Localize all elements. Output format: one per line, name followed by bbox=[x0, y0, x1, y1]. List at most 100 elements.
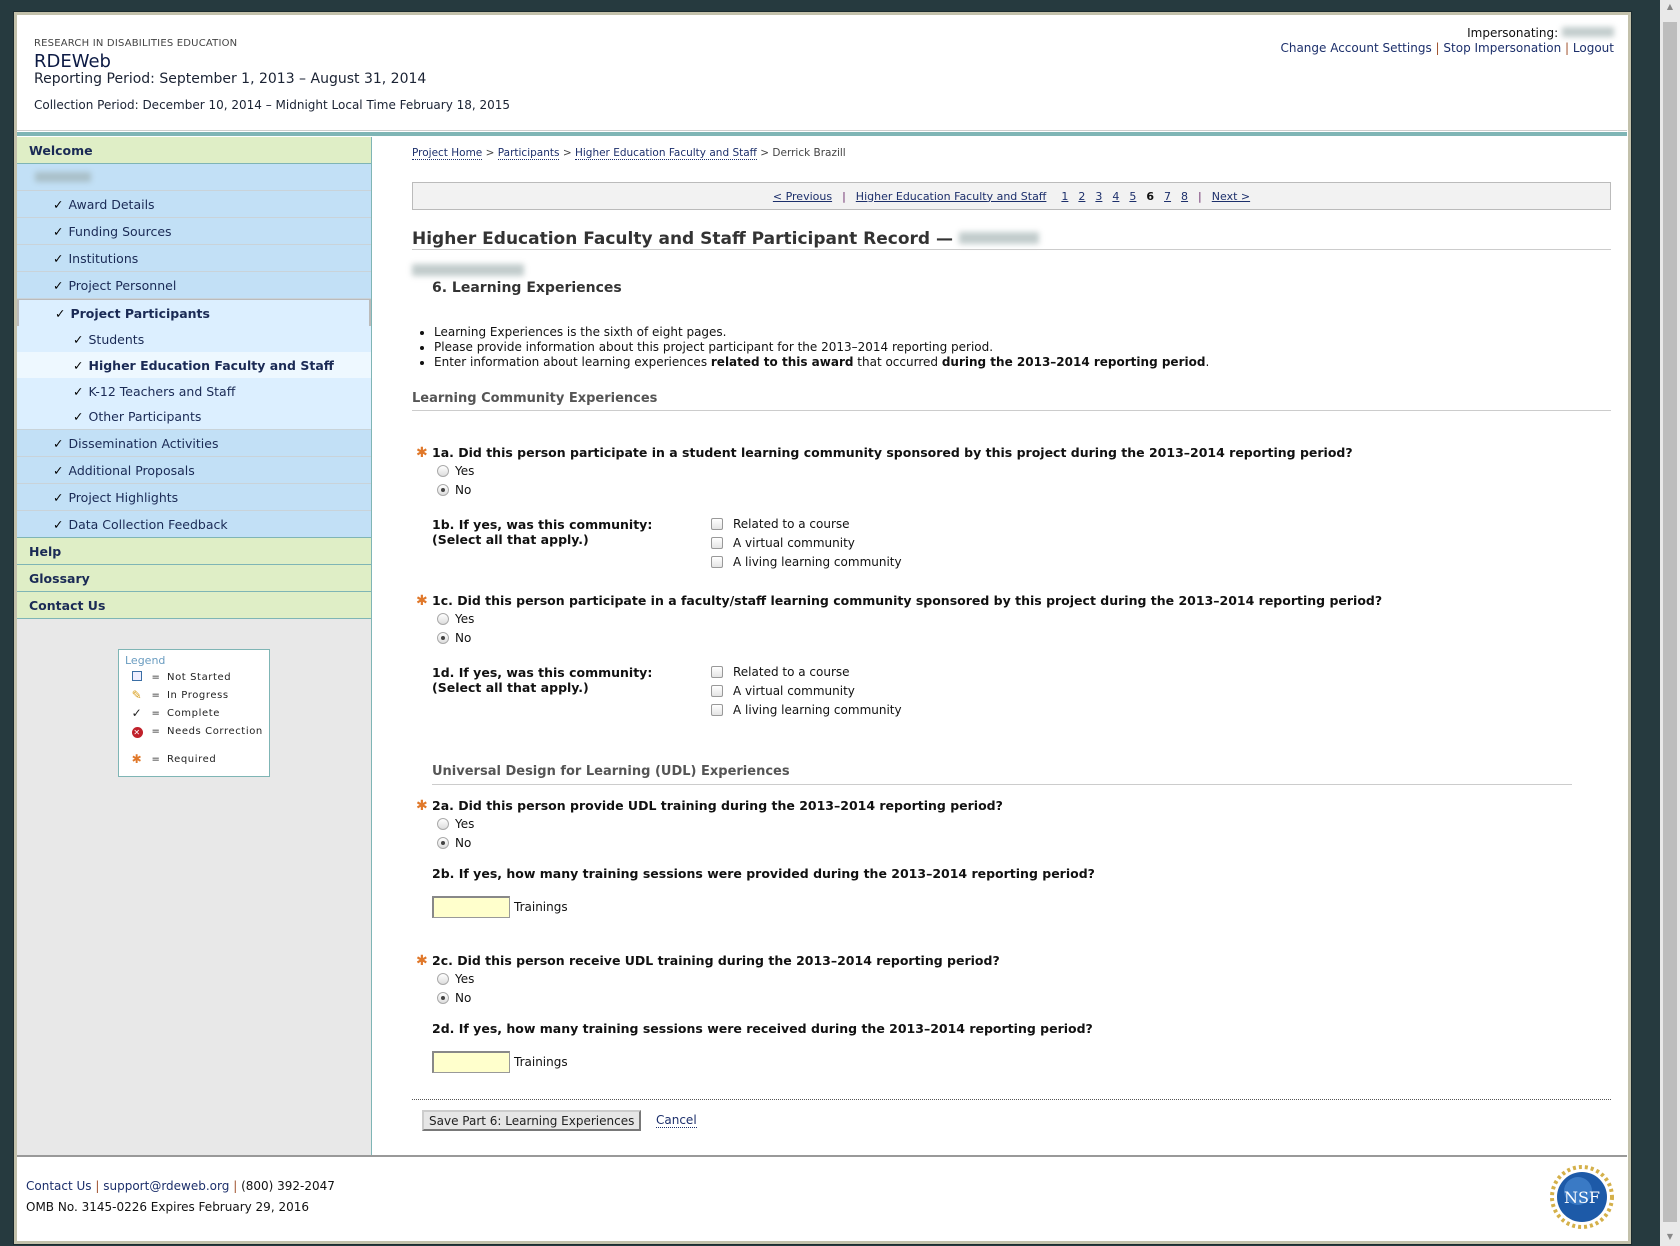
pager-page-2[interactable]: 2 bbox=[1078, 190, 1085, 203]
radio-label: No bbox=[455, 836, 472, 850]
check-icon: ✓ bbox=[53, 277, 64, 293]
scroll-up-arrow-icon[interactable]: ▲ bbox=[1660, 2, 1680, 11]
logout-link[interactable]: Logout bbox=[1573, 41, 1614, 55]
legend-label: Required bbox=[167, 753, 217, 765]
required-asterisk-icon: ✱ bbox=[416, 593, 428, 609]
q1d-virtual-community-checkbox[interactable]: A virtual community bbox=[711, 684, 855, 698]
pager-page-1[interactable]: 1 bbox=[1061, 190, 1068, 203]
pager-page-4[interactable]: 4 bbox=[1112, 190, 1119, 203]
award-id-redacted bbox=[958, 232, 1039, 244]
nav-label: K-12 Teachers and Staff bbox=[88, 383, 236, 399]
nav-dissemination-activities[interactable]: ✓ Dissemination Activities bbox=[17, 430, 371, 457]
q1b-virtual-community-checkbox[interactable]: A virtual community bbox=[711, 536, 855, 550]
scrollbar-thumb[interactable] bbox=[1663, 22, 1677, 1222]
pencil-icon: ✎ bbox=[131, 688, 143, 702]
pager-page-5[interactable]: 5 bbox=[1129, 190, 1136, 203]
nav-project-participants[interactable]: ✓ Project Participants bbox=[17, 299, 371, 326]
q1d-related-course-checkbox[interactable]: Related to a course bbox=[711, 665, 850, 679]
radio-label: Yes bbox=[455, 972, 475, 986]
nav-contact-us[interactable]: Contact Us bbox=[17, 592, 371, 619]
scroll-down-arrow-icon[interactable]: ▼ bbox=[1660, 1232, 1680, 1241]
checkbox-label: A living learning community bbox=[733, 703, 902, 717]
nav-other-participants[interactable]: ✓ Other Participants bbox=[17, 404, 371, 430]
q1b-living-learning-checkbox[interactable]: A living learning community bbox=[711, 555, 902, 569]
nav-label: Data Collection Feedback bbox=[68, 516, 228, 532]
breadcrumb-participants[interactable]: Participants bbox=[497, 147, 560, 160]
stop-impersonation-link[interactable]: Stop Impersonation bbox=[1443, 41, 1561, 55]
separator: | bbox=[1565, 41, 1570, 55]
pager-current-page: 6 bbox=[1146, 189, 1155, 203]
question-2a: 2a. Did this person provide UDL training… bbox=[432, 798, 1003, 813]
org-name: RESEARCH IN DISABILITIES EDUCATION bbox=[34, 38, 238, 49]
question-1c: 1c. Did this person participate in a fac… bbox=[432, 593, 1383, 608]
q2c-yes-radio[interactable]: Yes bbox=[437, 972, 474, 986]
q1c-yes-radio[interactable]: Yes bbox=[437, 612, 474, 626]
check-icon: ✓ bbox=[73, 331, 84, 347]
nav-label: Dissemination Activities bbox=[68, 435, 219, 451]
impersonation-info: Impersonating: bbox=[1467, 26, 1614, 40]
check-icon: ✓ bbox=[73, 383, 84, 399]
nav-award-details[interactable]: ✓ Award Details bbox=[17, 191, 371, 218]
pager-page-7[interactable]: 7 bbox=[1164, 190, 1171, 203]
legend-label: Needs Correction bbox=[167, 725, 263, 737]
nav-funding-sources[interactable]: ✓ Funding Sources bbox=[17, 218, 371, 245]
nav-students[interactable]: ✓ Students bbox=[17, 326, 371, 352]
pager-next[interactable]: Next > bbox=[1212, 190, 1250, 203]
pager-page-8[interactable]: 8 bbox=[1181, 190, 1188, 203]
breadcrumb-sep: > bbox=[562, 147, 572, 159]
q1d-living-learning-checkbox[interactable]: A living learning community bbox=[711, 703, 902, 717]
checkbox-label: A virtual community bbox=[733, 684, 855, 698]
teal-bar bbox=[17, 132, 1627, 136]
legend-needs-correction: ✕ = Needs Correction bbox=[129, 724, 263, 738]
nav-project-highlights[interactable]: ✓ Project Highlights bbox=[17, 484, 371, 511]
footer-contact-link[interactable]: Contact Us bbox=[26, 1179, 92, 1193]
cancel-link[interactable]: Cancel bbox=[656, 1113, 697, 1128]
trainings-unit-label: Trainings bbox=[514, 1055, 568, 1069]
required-asterisk-icon: ✱ bbox=[416, 798, 428, 814]
pager-section[interactable]: Higher Education Faculty and Staff bbox=[856, 190, 1047, 203]
required-asterisk-icon: ✱ bbox=[416, 953, 428, 969]
radio-label: Yes bbox=[455, 464, 475, 478]
q2d-trainings-input[interactable] bbox=[432, 1051, 510, 1073]
legend-title: Legend bbox=[125, 654, 166, 667]
footer-email-link[interactable]: support@rdeweb.org bbox=[103, 1179, 229, 1193]
q2c-no-radio[interactable]: No bbox=[437, 991, 471, 1005]
save-button[interactable]: Save Part 6: Learning Experiences bbox=[422, 1110, 642, 1131]
nav-award-id[interactable] bbox=[17, 164, 371, 191]
q2a-yes-radio[interactable]: Yes bbox=[437, 817, 474, 831]
question-2d: 2d. If yes, how many training sessions w… bbox=[432, 1021, 1093, 1036]
q1c-no-radio[interactable]: No bbox=[437, 631, 471, 645]
page-subtitle: 6. Learning Experiences bbox=[432, 280, 622, 296]
section-udl: Universal Design for Learning (UDL) Expe… bbox=[432, 764, 790, 779]
breadcrumb-project-home[interactable]: Project Home bbox=[412, 147, 483, 160]
nav-additional-proposals[interactable]: ✓ Additional Proposals bbox=[17, 457, 371, 484]
nav-label: Higher Education Faculty and Staff bbox=[88, 357, 334, 373]
instruction-item: Enter information about learning experie… bbox=[434, 355, 1209, 370]
nav-data-collection-feedback[interactable]: ✓ Data Collection Feedback bbox=[17, 511, 371, 538]
q1b-related-course-checkbox[interactable]: Related to a course bbox=[711, 517, 850, 531]
q1a-yes-radio[interactable]: Yes bbox=[437, 464, 474, 478]
impersonated-user-redacted bbox=[1562, 27, 1614, 37]
q2a-no-radio[interactable]: No bbox=[437, 836, 471, 850]
nav-institutions[interactable]: ✓ Institutions bbox=[17, 245, 371, 272]
change-account-settings-link[interactable]: Change Account Settings bbox=[1280, 41, 1431, 55]
nav-k12-teachers-staff[interactable]: ✓ K-12 Teachers and Staff bbox=[17, 378, 371, 404]
nav-project-personnel[interactable]: ✓ Project Personnel bbox=[17, 272, 371, 299]
pager-page-3[interactable]: 3 bbox=[1095, 190, 1102, 203]
question-1b: 1b. If yes, was this community: (Select a… bbox=[432, 517, 653, 547]
nav-glossary[interactable]: Glossary bbox=[17, 565, 371, 592]
nav-welcome[interactable]: Welcome bbox=[17, 137, 371, 164]
page-scrollbar[interactable]: ▲ ▼ bbox=[1660, 0, 1680, 1246]
check-icon: ✓ bbox=[53, 489, 64, 505]
q1a-no-radio[interactable]: No bbox=[437, 483, 471, 497]
legend-label: Complete bbox=[167, 707, 220, 719]
page-title-text: Higher Education Faculty and Staff Parti… bbox=[412, 229, 954, 249]
radio-label: No bbox=[455, 631, 472, 645]
nav-higher-education-faculty-staff[interactable]: ✓ Higher Education Faculty and Staff bbox=[17, 352, 371, 378]
breadcrumb-higher-ed[interactable]: Higher Education Faculty and Staff bbox=[574, 147, 757, 160]
nav-help[interactable]: Help bbox=[17, 538, 371, 565]
pager-previous[interactable]: < Previous bbox=[773, 190, 832, 203]
q2b-trainings-input[interactable] bbox=[432, 896, 510, 918]
legend-in-progress: ✎ = In Progress bbox=[129, 688, 229, 702]
nav-label: Other Participants bbox=[88, 409, 202, 424]
